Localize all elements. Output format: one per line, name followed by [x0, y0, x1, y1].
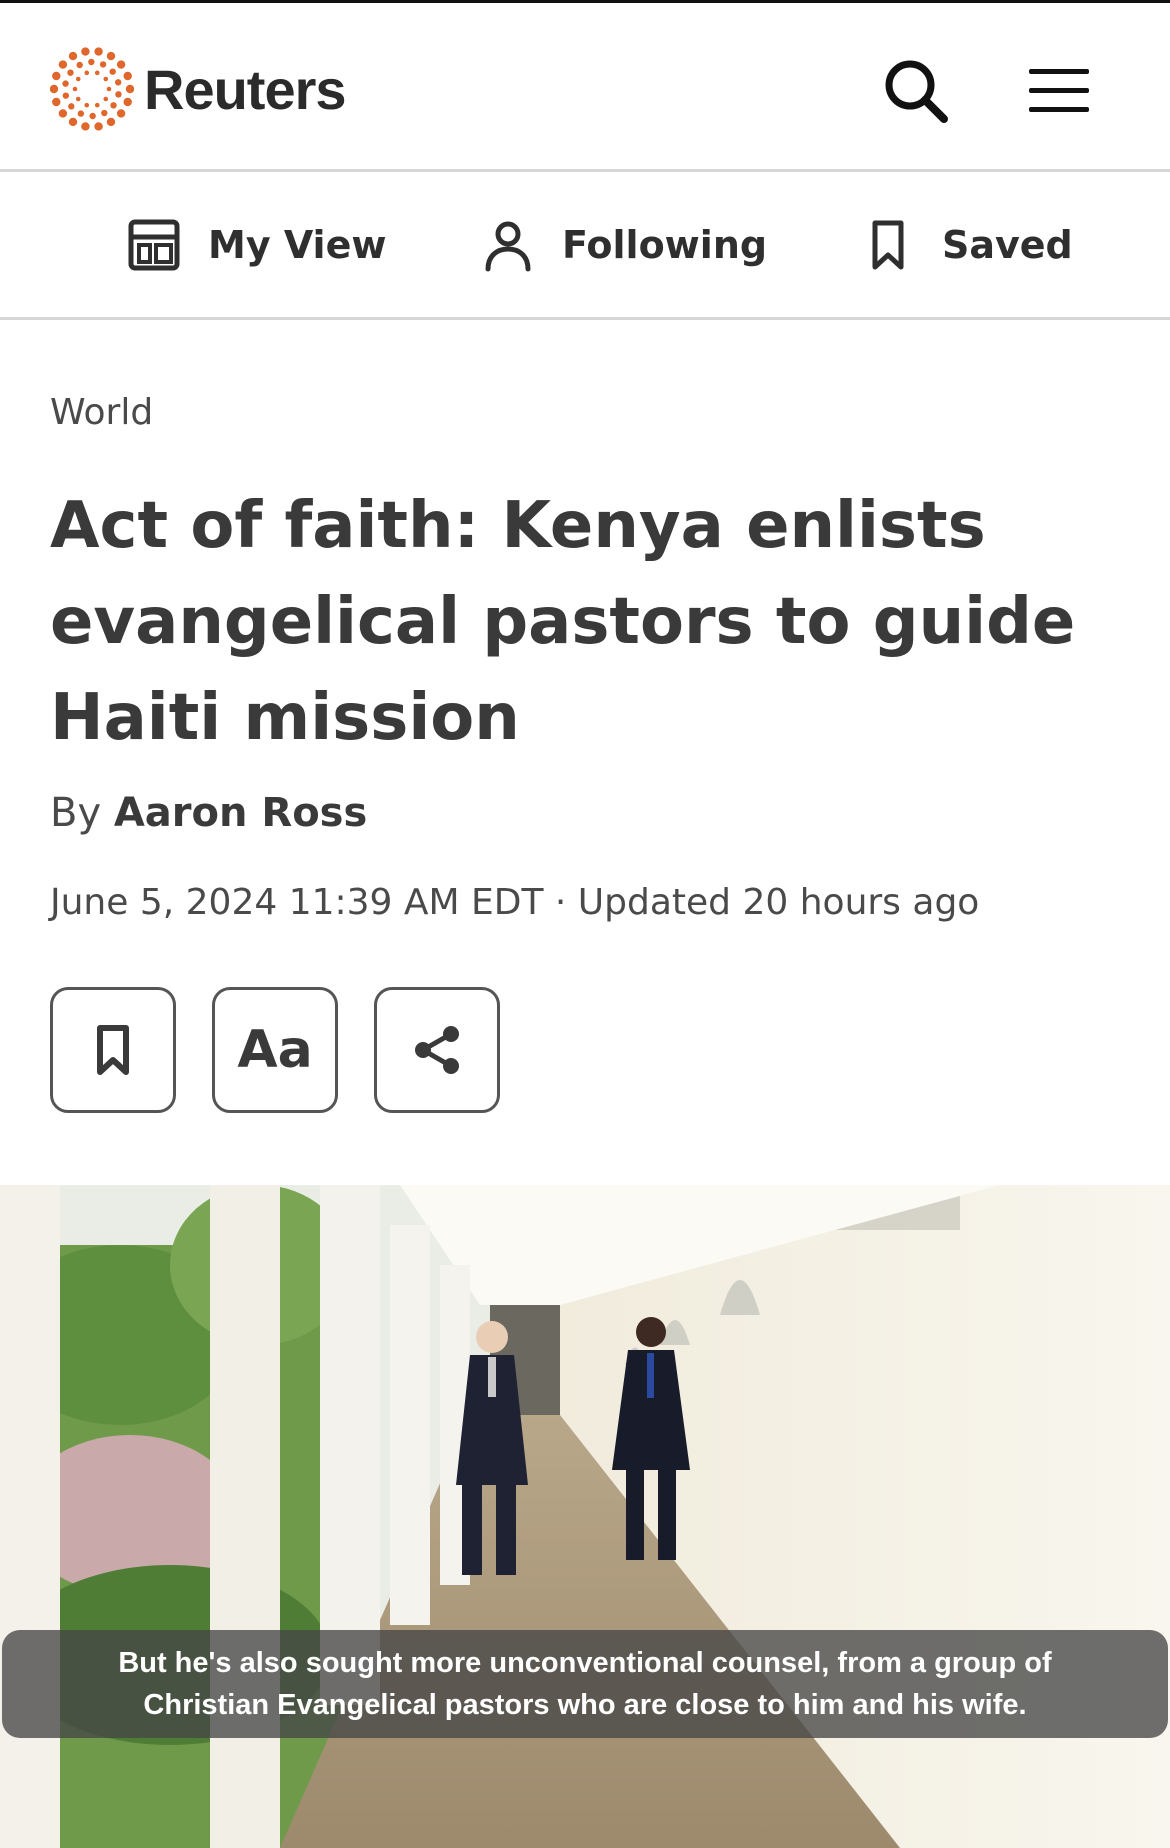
save-article-button[interactable] — [50, 987, 176, 1113]
logo-dot — [94, 122, 103, 131]
logo-dot — [72, 86, 78, 92]
logo-dot — [115, 91, 122, 98]
logo-dot — [62, 80, 69, 87]
share-button[interactable] — [374, 987, 500, 1113]
person-icon — [485, 221, 531, 271]
nav-my-view[interactable]: My View — [126, 172, 386, 317]
logo-dot — [81, 47, 90, 56]
section-label[interactable]: World — [50, 392, 153, 433]
nav-my-view-label: My View — [208, 222, 387, 267]
logo-dot — [125, 84, 134, 94]
bookmark-icon — [97, 1025, 129, 1075]
nav-saved[interactable]: Saved — [860, 172, 1073, 317]
logo-dot — [116, 60, 126, 69]
logo-dot — [68, 51, 78, 61]
logo-dot — [67, 69, 74, 76]
brand-name[interactable]: Reuters — [144, 57, 347, 122]
nav-saved-label: Saved — [942, 222, 1073, 267]
dateline: June 5, 2024 11:39 AM EDT · Updated 20 h… — [50, 882, 980, 923]
logo-dot — [77, 110, 85, 117]
bookmark-icon — [872, 220, 904, 269]
logo-dot — [106, 86, 112, 92]
logo-dot — [84, 70, 90, 76]
logo-dot — [94, 70, 100, 76]
logo-dot — [110, 102, 117, 109]
video-caption: But he's also sought more unconventional… — [2, 1630, 1168, 1738]
logo-dot — [106, 117, 116, 127]
top-header: Reuters — [0, 0, 1170, 172]
logo-dot — [58, 60, 68, 69]
logo-dot — [84, 102, 90, 108]
video-frame-image — [0, 1185, 1170, 1848]
logo-dot — [103, 96, 109, 102]
logo-dot — [106, 51, 116, 61]
text-size-button[interactable]: Aa — [212, 987, 338, 1113]
logo-dot — [50, 84, 59, 94]
author-link[interactable]: Aaron Ross — [114, 790, 367, 836]
reuters-logo-icon[interactable] — [50, 47, 134, 131]
logo-dot — [89, 112, 96, 120]
logo-dot — [75, 96, 81, 102]
logo-dot — [68, 103, 75, 110]
logo-dot — [123, 97, 132, 107]
logo-dot — [94, 102, 100, 108]
byline-prefix: By — [50, 790, 102, 836]
logo-dot — [123, 71, 132, 81]
text-size-label: Aa — [237, 1020, 313, 1080]
nav-following[interactable]: Following — [480, 172, 767, 317]
logo-dot — [58, 109, 68, 118]
logo-dot — [52, 97, 61, 107]
logo-dot — [99, 61, 107, 68]
logo-dot — [116, 109, 126, 118]
article-headline: Act of faith: Kenya enlists evangelical … — [50, 489, 1076, 755]
logo-dot — [103, 76, 109, 82]
account-nav: My View Following Saved — [0, 172, 1170, 320]
share-icon — [415, 1026, 459, 1074]
logo-dot — [88, 58, 95, 66]
logo-dot — [109, 68, 116, 75]
logo-dot — [94, 47, 103, 56]
article-page: Reuters My View Following Saved World Ac… — [0, 0, 1170, 1848]
logo-dot — [75, 76, 81, 82]
article-tools: Aa — [50, 987, 536, 1113]
logo-dot — [81, 122, 90, 131]
logo-dot — [114, 79, 122, 86]
logo-dot — [101, 109, 108, 117]
byline: By Aaron Ross — [50, 790, 367, 836]
article-video[interactable] — [0, 1185, 1170, 1848]
logo-dot — [52, 71, 61, 81]
nav-following-label: Following — [562, 222, 768, 267]
logo-dot — [62, 92, 70, 99]
logo-dot — [76, 61, 83, 69]
search-icon[interactable] — [880, 55, 952, 127]
layout-icon — [128, 219, 180, 270]
logo-dot — [68, 117, 78, 127]
hamburger-menu-icon[interactable] — [1027, 63, 1091, 119]
